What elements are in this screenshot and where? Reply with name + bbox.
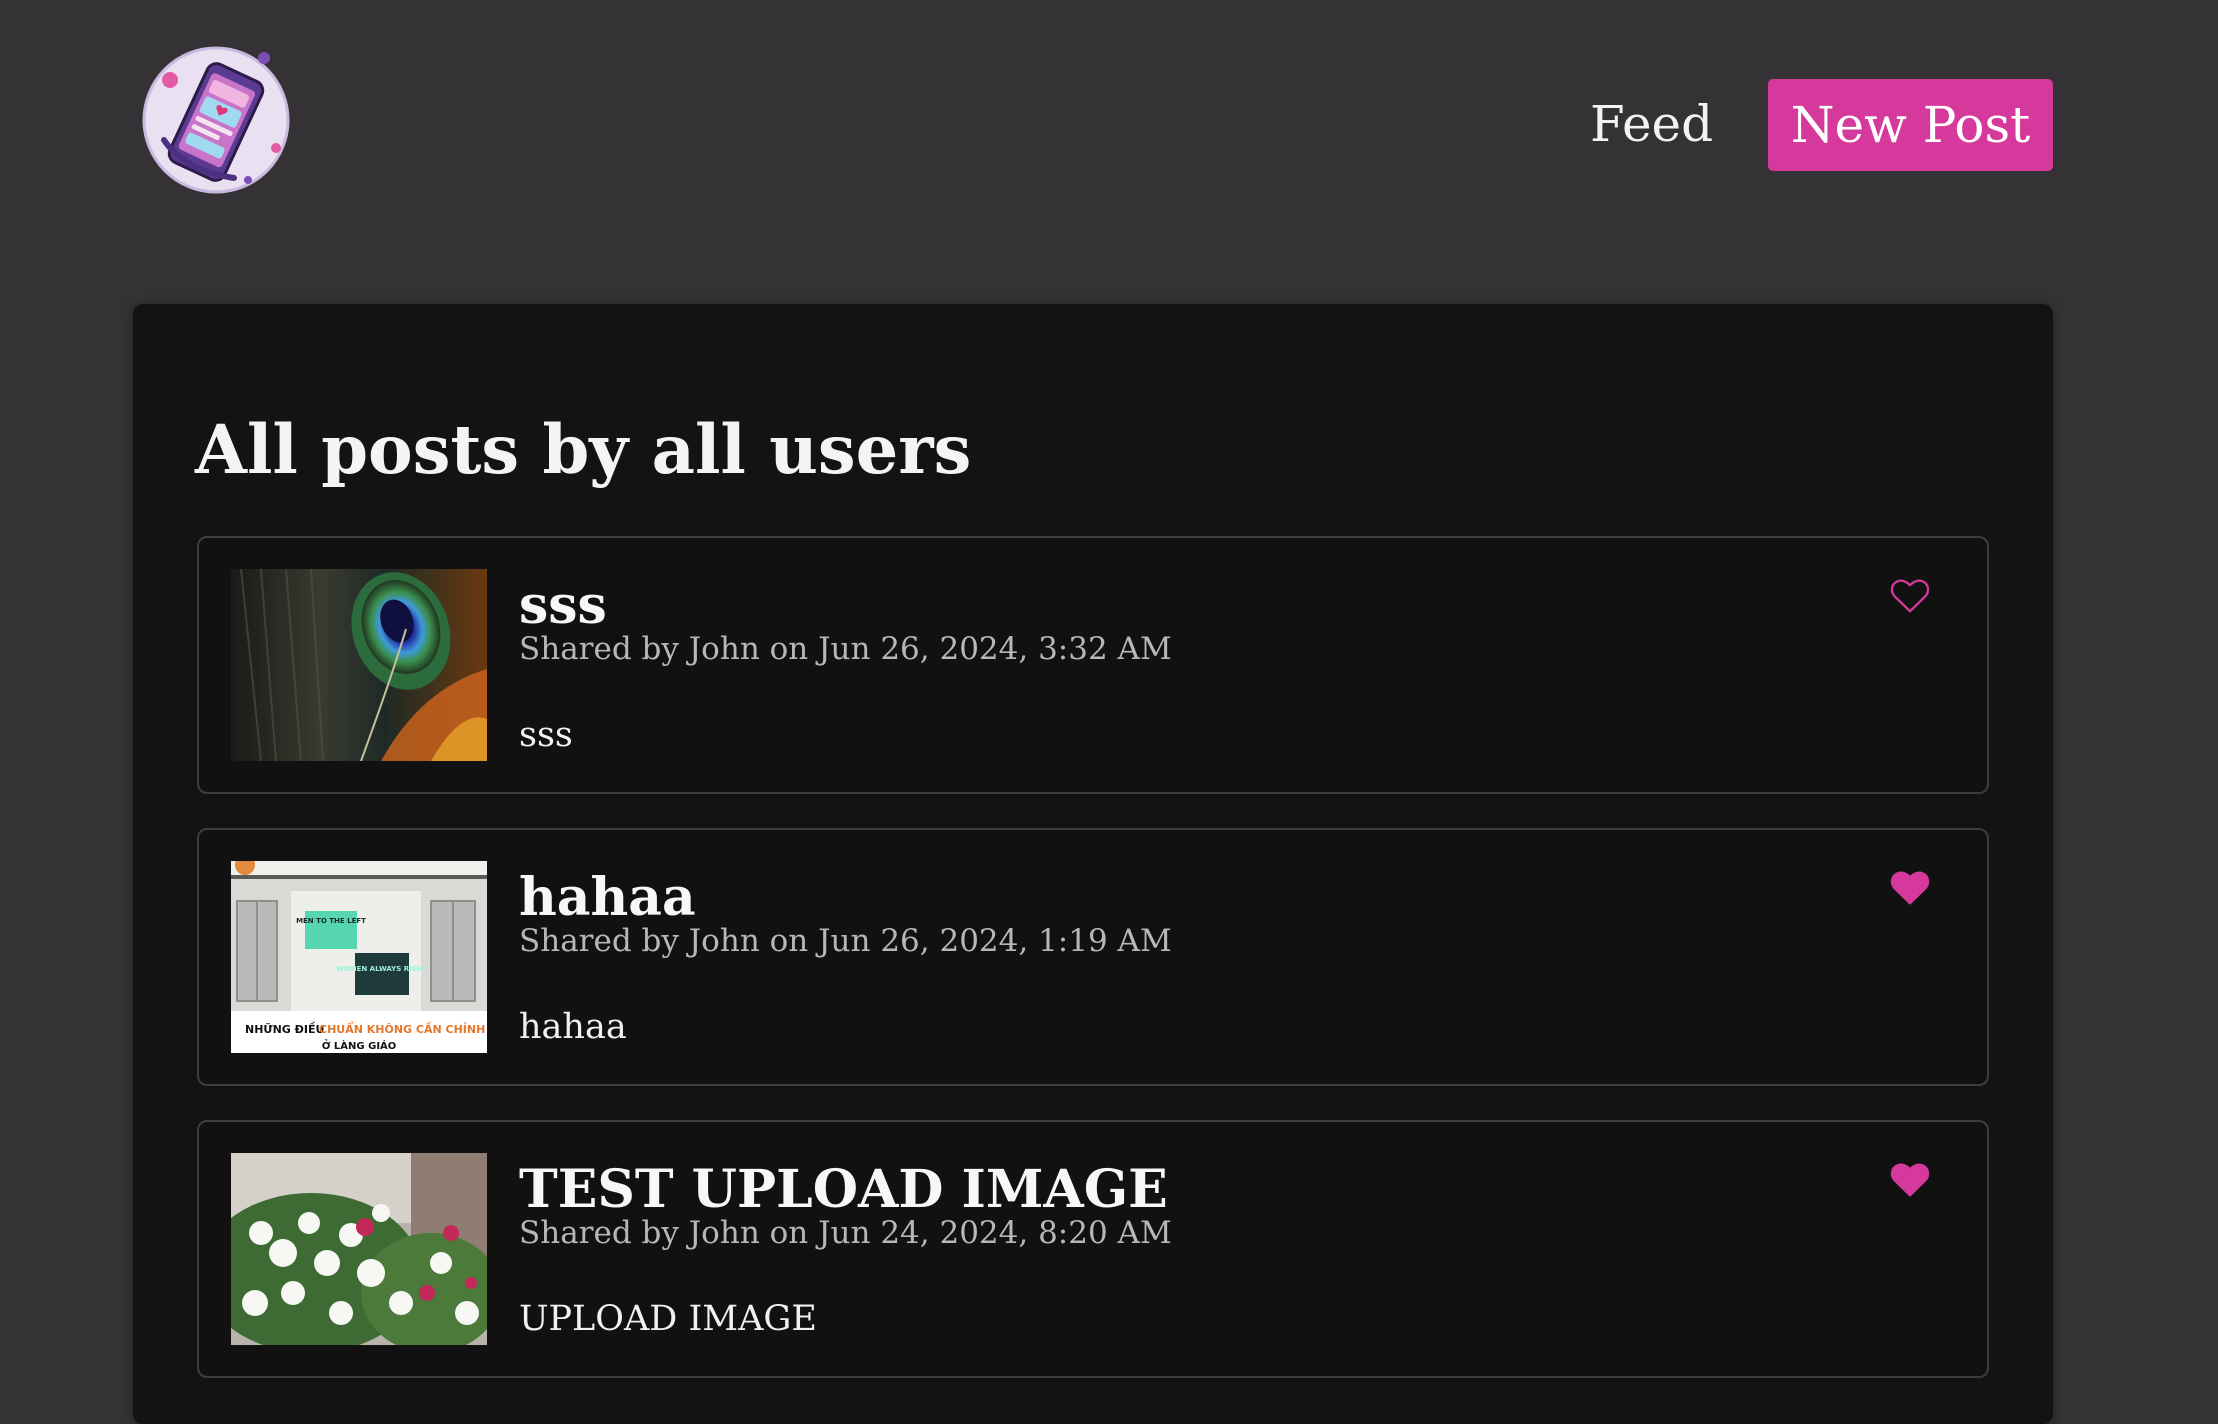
post-card[interactable]: MEN TO THE LEFT WOMEN ALWAYS RIGHT NHỮNG… — [197, 828, 1989, 1086]
post-card[interactable]: TEST UPLOAD IMAGE Shared by John on Jun … — [197, 1120, 1989, 1378]
post-body: sss — [519, 715, 573, 755]
post-card[interactable]: sss Shared by John on Jun 26, 2024, 3:32… — [197, 536, 1989, 794]
post-thumbnail: MEN TO THE LEFT WOMEN ALWAYS RIGHT NHỮNG… — [231, 861, 487, 1053]
new-post-button[interactable]: New Post — [1768, 79, 2053, 171]
phone-logo-icon — [142, 46, 290, 194]
thumb-caption-2: CHUẨN KHÔNG CẦN CHỈNH — [319, 1021, 485, 1036]
post-thumbnail — [231, 1153, 487, 1345]
nav-feed-link[interactable]: Feed — [1590, 92, 1713, 156]
post-meta: Shared by John on Jun 24, 2024, 8:20 AM — [519, 1215, 1172, 1251]
post-body: hahaa — [519, 1007, 627, 1047]
post-body: UPLOAD IMAGE — [519, 1299, 817, 1339]
post-meta: Shared by John on Jun 26, 2024, 3:32 AM — [519, 631, 1172, 667]
top-navbar: Feed New Post — [0, 0, 2218, 260]
sign-women: WOMEN ALWAYS RIGHT — [336, 965, 428, 973]
thumb-caption-1: NHỮNG ĐIỀU — [245, 1022, 324, 1036]
peacock-feather-image — [231, 569, 487, 761]
posts-panel: All posts by all users sss Shared by Joh… — [133, 304, 2053, 1424]
page-title: All posts by all users — [195, 410, 972, 489]
post-thumbnail — [231, 569, 487, 761]
white-flowers-image — [231, 1153, 487, 1345]
thumb-caption-3: Ở LÀNG GIÁO — [322, 1038, 397, 1052]
heart-outline-icon[interactable] — [1887, 572, 1933, 618]
office-lobby-image: MEN TO THE LEFT WOMEN ALWAYS RIGHT NHỮNG… — [231, 861, 487, 1053]
heart-filled-icon[interactable] — [1887, 864, 1933, 910]
heart-filled-icon[interactable] — [1887, 1156, 1933, 1202]
app-logo[interactable] — [136, 40, 296, 200]
sign-men: MEN TO THE LEFT — [296, 917, 366, 925]
post-meta: Shared by John on Jun 26, 2024, 1:19 AM — [519, 923, 1172, 959]
